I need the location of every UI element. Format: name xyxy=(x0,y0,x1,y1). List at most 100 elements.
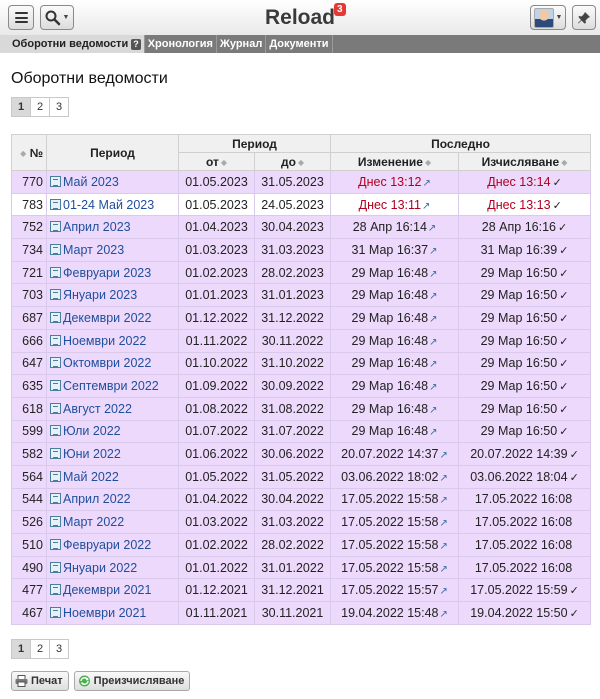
table-row[interactable]: 635 Септември 2022 01.09.2022 30.09.2022 29 … xyxy=(11,374,592,398)
table-row[interactable]: 647 Октомври 2022 01.10.2022 31.10.2022 29 М… xyxy=(11,351,592,376)
cell-change[interactable]: 29 Мар 16:48↗ xyxy=(330,328,460,353)
cell-change[interactable]: Днес 13:12↗ xyxy=(330,170,460,194)
cell-change[interactable]: 17.05.2022 15:58↗ xyxy=(330,533,460,557)
period-link[interactable]: Октомври 2022 xyxy=(63,356,151,370)
app-title[interactable]: Reload xyxy=(265,6,335,29)
table-row[interactable]: 582 Юни 2022 01.06.2022 30.06.2022 20.07.202… xyxy=(11,442,592,466)
table-row[interactable]: 687 Декември 2022 01.12.2022 31.12.2022 29 М… xyxy=(11,306,592,330)
external-link-icon[interactable]: ↗ xyxy=(439,564,447,575)
column-header-period[interactable]: Период xyxy=(46,134,179,171)
cell-change[interactable]: 29 Мар 16:48↗ xyxy=(330,260,460,285)
document-icon[interactable] xyxy=(50,221,61,233)
column-header-from[interactable]: от ◆ xyxy=(178,152,255,171)
period-link[interactable]: Януари 2022 xyxy=(63,561,137,575)
external-link-icon[interactable]: ↗ xyxy=(429,246,437,257)
document-icon[interactable] xyxy=(50,516,61,528)
table-row[interactable]: 526 Март 2022 01.03.2022 31.03.2022 17.05.20… xyxy=(11,510,592,534)
cell-change[interactable]: 29 Мар 16:48↗ xyxy=(330,374,460,398)
page-button-2[interactable]: 2 xyxy=(30,97,50,117)
table-row[interactable]: 467 Ноември 2021 01.11.2021 30.11.2021 19.04… xyxy=(11,601,592,625)
table-row[interactable]: 564 Май 2022 01.05.2022 31.05.2022 03.06.202… xyxy=(11,464,592,489)
cell-change[interactable]: 17.05.2022 15:57↗ xyxy=(330,578,460,603)
period-link[interactable]: Ноември 2021 xyxy=(63,606,146,620)
document-icon[interactable] xyxy=(50,357,61,369)
column-header-change[interactable]: Изменение ◆ xyxy=(330,152,460,171)
period-link[interactable]: Февруари 2023 xyxy=(63,266,151,280)
document-icon[interactable] xyxy=(50,334,61,346)
external-link-icon[interactable]: ↗ xyxy=(429,337,437,348)
page-button-1[interactable]: 1 xyxy=(11,97,31,117)
column-header-calc[interactable]: Изчисляване ◆ xyxy=(458,152,592,171)
tab-journal[interactable]: Журнал xyxy=(217,35,267,53)
cell-change[interactable]: 29 Мар 16:48↗ xyxy=(330,419,460,444)
period-link[interactable]: Май 2023 xyxy=(63,175,119,189)
external-link-icon[interactable]: ↗ xyxy=(429,382,437,393)
document-icon[interactable] xyxy=(50,470,61,482)
pin-button[interactable] xyxy=(572,5,596,30)
document-icon[interactable] xyxy=(50,606,61,618)
period-link[interactable]: 01-24 Май 2023 xyxy=(63,198,154,212)
period-link[interactable]: Март 2023 xyxy=(63,243,124,257)
external-link-icon[interactable]: ↗ xyxy=(428,223,436,234)
document-icon[interactable] xyxy=(50,266,61,278)
document-icon[interactable] xyxy=(50,538,61,550)
table-row[interactable]: 544 Април 2022 01.04.2022 30.04.2022 17.05.2… xyxy=(11,487,592,512)
period-link[interactable]: Август 2022 xyxy=(63,402,132,416)
cell-change[interactable]: 29 Мар 16:48↗ xyxy=(330,283,460,308)
document-icon[interactable] xyxy=(50,584,61,596)
cell-change[interactable]: 03.06.2022 18:02↗ xyxy=(330,464,460,489)
period-link[interactable]: Юли 2022 xyxy=(63,424,121,438)
cell-change[interactable]: 17.05.2022 15:58↗ xyxy=(330,487,460,512)
document-icon[interactable] xyxy=(50,243,61,255)
table-row[interactable]: 618 Август 2022 01.08.2022 31.08.2022 29 Мар… xyxy=(11,396,592,421)
notification-badge[interactable]: 3 xyxy=(334,3,346,16)
table-row[interactable]: 770 Май 2023 01.05.2023 31.05.2023 Днес 13:1… xyxy=(11,170,592,194)
cell-change[interactable]: Днес 13:11↗ xyxy=(330,192,460,217)
period-link[interactable]: Април 2023 xyxy=(63,220,131,234)
recalculate-button[interactable]: Преизчисляване xyxy=(73,671,191,691)
period-link[interactable]: Януари 2023 xyxy=(63,288,137,302)
document-icon[interactable] xyxy=(50,402,61,414)
page-button-2[interactable]: 2 xyxy=(30,639,50,659)
external-link-icon[interactable]: ↗ xyxy=(422,201,430,212)
period-link[interactable]: Февруари 2022 xyxy=(63,538,151,552)
cell-change[interactable]: 29 Мар 16:48↗ xyxy=(330,306,460,330)
external-link-icon[interactable]: ↗ xyxy=(429,269,437,280)
page-button-1[interactable]: 1 xyxy=(11,639,31,659)
table-row[interactable]: 666 Ноември 2022 01.11.2022 30.11.2022 29 Ма… xyxy=(11,328,592,353)
document-icon[interactable] xyxy=(50,448,61,460)
external-link-icon[interactable]: ↗ xyxy=(439,541,447,552)
cell-change[interactable]: 19.04.2022 15:48↗ xyxy=(330,601,460,625)
table-row[interactable]: 599 Юли 2022 01.07.2022 31.07.2022 29 Мар 16… xyxy=(11,419,592,444)
external-link-icon[interactable]: ↗ xyxy=(429,359,437,370)
external-link-icon[interactable]: ↗ xyxy=(429,427,437,438)
help-icon[interactable]: ? xyxy=(131,39,141,50)
external-link-icon[interactable]: ↗ xyxy=(439,609,447,620)
table-row[interactable]: 734 Март 2023 01.03.2023 31.03.2023 31 Мар 1… xyxy=(11,238,592,262)
external-link-icon[interactable]: ↗ xyxy=(439,586,447,597)
period-link[interactable]: Септември 2022 xyxy=(63,379,159,393)
cell-change[interactable]: 29 Мар 16:48↗ xyxy=(330,396,460,421)
cell-change[interactable]: 29 Мар 16:48↗ xyxy=(330,351,460,376)
cell-change[interactable]: 17.05.2022 15:58↗ xyxy=(330,555,460,580)
document-icon[interactable] xyxy=(50,311,61,323)
cell-change[interactable]: 17.05.2022 15:58↗ xyxy=(330,510,460,534)
print-button[interactable]: Печат xyxy=(11,671,69,691)
period-link[interactable]: Май 2022 xyxy=(63,470,119,484)
table-row[interactable]: 510 Февруари 2022 01.02.2022 28.02.2022 17.0… xyxy=(11,533,592,557)
table-row[interactable]: 752 Април 2023 01.04.2023 30.04.2023 28 Апр … xyxy=(11,215,592,240)
document-icon[interactable] xyxy=(50,289,61,301)
page-button-3[interactable]: 3 xyxy=(49,97,69,117)
table-row[interactable]: 703 Януари 2023 01.01.2023 31.01.2023 29 Мар… xyxy=(11,283,592,308)
cell-change[interactable]: 20.07.2022 14:37↗ xyxy=(330,442,460,466)
period-link[interactable]: Март 2022 xyxy=(63,515,124,529)
external-link-icon[interactable]: ↗ xyxy=(439,518,447,529)
external-link-icon[interactable]: ↗ xyxy=(439,450,447,461)
external-link-icon[interactable]: ↗ xyxy=(429,405,437,416)
external-link-icon[interactable]: ↗ xyxy=(429,291,437,302)
external-link-icon[interactable]: ↗ xyxy=(422,178,430,189)
external-link-icon[interactable]: ↗ xyxy=(439,495,447,506)
document-icon[interactable] xyxy=(50,493,61,505)
table-row[interactable]: 721 Февруари 2023 01.02.2023 28.02.2023 29 М… xyxy=(11,260,592,285)
period-link[interactable]: Юни 2022 xyxy=(63,447,121,461)
